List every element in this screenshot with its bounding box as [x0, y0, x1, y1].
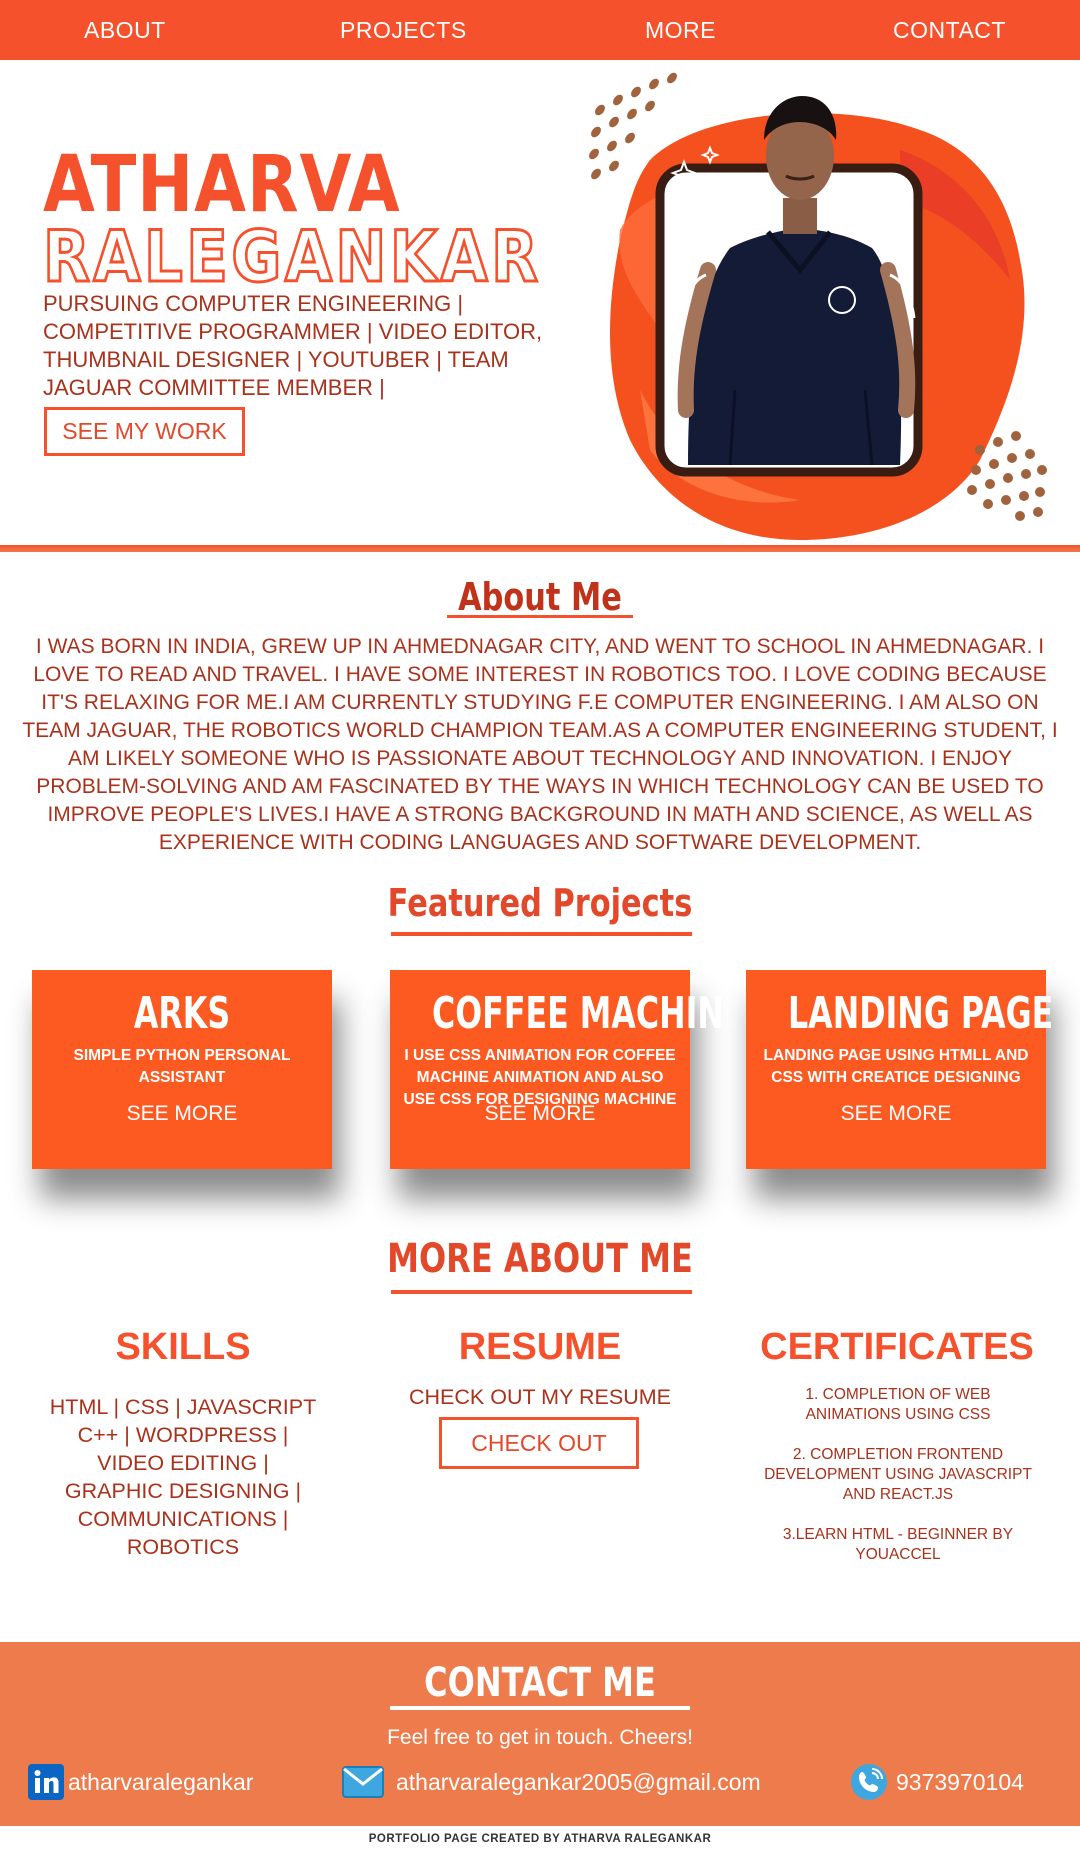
linkedin-link[interactable]: atharvaralegankar: [28, 1764, 288, 1804]
skill-line: HTML | CSS | JAVASCRIPT: [49, 1395, 317, 1419]
skill-line: ROBOTICS: [126, 1535, 240, 1559]
top-nav: ABOUT PROJECTS MORE CONTACT: [0, 0, 1080, 60]
contact-subtitle: Feel free to get in touch. Cheers!: [387, 1726, 693, 1749]
see-more-button[interactable]: SEE MORE: [32, 1102, 332, 1126]
linkedin-icon: [28, 1764, 64, 1800]
phone-link[interactable]: 9373970104: [850, 1764, 1050, 1804]
contact-section: CONTACT ME Feel free to get in touch. Ch…: [0, 1642, 1080, 1826]
see-my-work-button[interactable]: SEE MY WORK: [44, 407, 245, 456]
phone-number: 9373970104: [896, 1769, 1024, 1795]
hero-last-name: RALEGANKAR: [42, 216, 542, 298]
certificate-item: 1. COMPLETION OF WEB ANIMATIONS USING CS…: [805, 1386, 991, 1423]
contact-title: CONTACT ME: [424, 1660, 656, 1706]
email-address: atharvaralegankar2005@gmail.com: [396, 1769, 761, 1795]
mail-icon: [342, 1766, 384, 1798]
featured-title: Featured Projects: [387, 881, 693, 925]
hero-first-name: ATHARVA: [43, 140, 401, 230]
project-card-arks[interactable]: ARKS SIMPLE PYTHON PERSONAL ASSISTANT SE…: [32, 970, 332, 1169]
skill-line: GRAPHIC DESIGNING |: [64, 1479, 302, 1503]
profile-photo-art: [589, 72, 1047, 540]
contact-underline: [390, 1706, 690, 1710]
project-title: LANDING PAGE: [788, 988, 1054, 1039]
skills-list: HTML | CSS | JAVASCRIPT C++ | WORDPRESS …: [0, 1393, 366, 1561]
check-out-button[interactable]: CHECK OUT: [439, 1417, 639, 1469]
hero-tagline: PURSUING COMPUTER ENGINEERING | COMPETIT…: [43, 291, 543, 400]
about-title: About Me: [458, 575, 622, 619]
see-more-button[interactable]: SEE MORE: [746, 1102, 1046, 1126]
more-about-title: MORE ABOUT ME: [387, 1236, 693, 1282]
linkedin-handle: atharvaralegankar: [68, 1769, 254, 1795]
project-desc: LANDING PAGE USING HTMLL AND CSS WITH CR…: [763, 1047, 1029, 1086]
project-card-coffee-machine[interactable]: COFFEE MACHINE I USE CSS ANIMATION FOR C…: [390, 970, 746, 1169]
hero-divider: [0, 545, 1080, 552]
skill-line: VIDEO EDITING |: [97, 1451, 269, 1475]
skill-line: COMMUNICATIONS |: [77, 1507, 289, 1531]
about-underline: [447, 615, 633, 618]
resume-text: CHECK OUT MY RESUME: [408, 1385, 672, 1409]
skills-title: SKILLS: [115, 1326, 251, 1368]
nav-more[interactable]: MORE: [645, 0, 716, 60]
project-card-landing-page[interactable]: LANDING PAGE LANDING PAGE USING HTMLL AN…: [746, 970, 1054, 1169]
nav-projects[interactable]: PROJECTS: [340, 0, 467, 60]
nav-contact[interactable]: CONTACT: [893, 0, 1006, 60]
skill-line: C++ | WORDPRESS |: [77, 1423, 289, 1447]
project-title: COFFEE MACHINE: [432, 988, 746, 1039]
email-link[interactable]: atharvaralegankar2005@gmail.com: [342, 1764, 802, 1804]
profile-photo: [580, 70, 1060, 550]
certificates-list: 1. COMPLETION OF WEB ANIMATIONS USING CS…: [760, 1385, 1036, 1585]
phone-icon: [851, 1764, 887, 1800]
see-more-button[interactable]: SEE MORE: [390, 1102, 690, 1126]
featured-underline: [391, 932, 692, 936]
resume-title: RESUME: [458, 1326, 622, 1368]
nav-about[interactable]: ABOUT: [84, 0, 166, 60]
about-text: I WAS BORN IN INDIA, GREW UP IN AHMEDNAG…: [22, 635, 1058, 854]
certificate-item: 3.LEARN HTML - BEGINNER BY YOUACCEL: [782, 1526, 1014, 1563]
certificates-title: CERTIFICATES: [760, 1326, 1034, 1368]
more-about-underline: [391, 1290, 692, 1294]
footer-credit: PORTFOLIO PAGE CREATED BY ATHARVA RALEGA…: [368, 1833, 712, 1845]
project-title: ARKS: [133, 988, 231, 1039]
project-desc: SIMPLE PYTHON PERSONAL ASSISTANT: [73, 1047, 291, 1086]
certificate-item: 2. COMPLETION FRONTEND DEVELOPMENT USING…: [764, 1446, 1032, 1503]
